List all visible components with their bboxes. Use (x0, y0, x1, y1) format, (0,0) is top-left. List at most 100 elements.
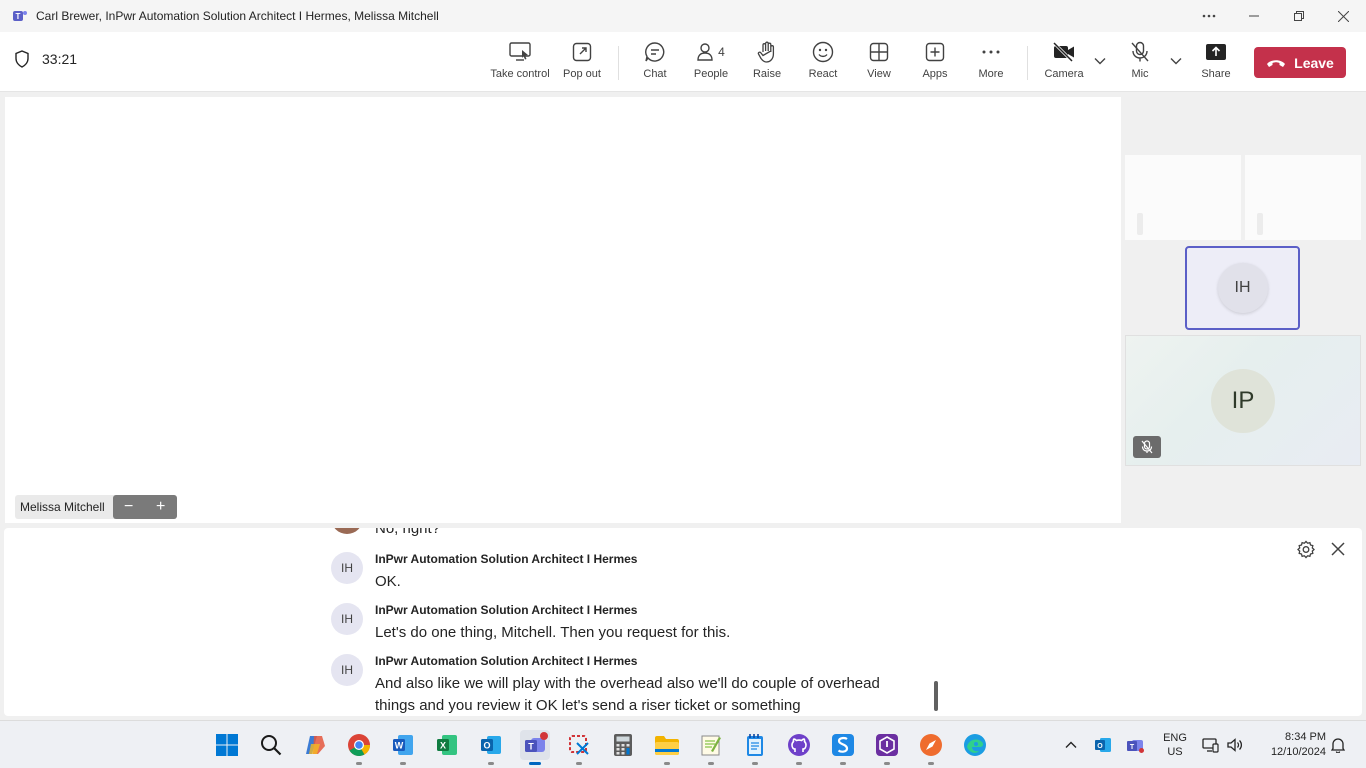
windows-icon (216, 734, 238, 756)
mic-label: Mic (1131, 68, 1149, 80)
participant-gallery: IH IP (1121, 93, 1366, 524)
take-control-button[interactable]: Take control (490, 40, 550, 86)
meeting-toolbar: 33:21 Take control Pop out Chat 4 People… (0, 32, 1366, 92)
language-indicator[interactable]: ENG US (1162, 731, 1188, 759)
show-hidden-icons-button[interactable] (1059, 730, 1083, 760)
shield-icon (15, 50, 29, 68)
captions-scrollbar[interactable] (934, 681, 938, 711)
orange-app[interactable] (916, 730, 946, 765)
smiley-icon (812, 41, 834, 63)
caption-partial-text: No, right? (375, 528, 441, 537)
caption-speaker: InPwr Automation Solution Architect I He… (375, 552, 638, 566)
file-explorer-app[interactable] (652, 730, 682, 765)
bell-icon (1331, 738, 1345, 753)
excel-icon: X (437, 735, 457, 755)
view-button[interactable]: View (864, 40, 894, 86)
window-title: Carl Brewer, InPwr Automation Solution A… (36, 9, 439, 23)
word-icon: W (393, 735, 413, 755)
more-button[interactable]: More (975, 40, 1007, 86)
more-label: More (978, 68, 1004, 80)
snipping-tool-app[interactable] (564, 730, 594, 765)
clock[interactable]: 8:34 PM 12/10/2024 (1256, 730, 1326, 760)
share-screen-icon (1206, 44, 1226, 60)
chrome-app[interactable] (344, 730, 374, 765)
zoom-out-button[interactable]: − (113, 495, 145, 519)
mic-off-icon (1141, 440, 1153, 454)
zoom-controls: − + (112, 495, 177, 519)
word-app[interactable]: W (388, 730, 418, 765)
participant-tile[interactable] (1125, 155, 1241, 240)
running-indicator (400, 762, 406, 765)
notepad-app[interactable] (740, 730, 770, 765)
teams-icon: T (525, 732, 548, 752)
teams-logo-icon: T (13, 11, 27, 21)
tray-outlook-icon-button[interactable]: O (1091, 730, 1115, 760)
hang-up-icon (1267, 59, 1286, 67)
sql-app[interactable] (828, 730, 858, 765)
copilot-app[interactable] (300, 730, 330, 760)
caption-text: OK. (375, 573, 401, 590)
leave-button[interactable]: Leave (1254, 47, 1346, 78)
react-button[interactable]: React (806, 40, 840, 86)
participant-tile-ih[interactable]: IH (1185, 246, 1300, 330)
running-indicator (840, 762, 846, 765)
mic-button[interactable]: Mic (1126, 40, 1154, 86)
caption-text: Let's do one thing, Mitchell. Then you r… (375, 624, 731, 641)
excel-app[interactable]: X (432, 730, 462, 760)
chat-label: Chat (643, 68, 667, 80)
notepad-plus-app[interactable] (696, 730, 726, 765)
live-captions-panel: No, right? IH InPwr Automation Solution … (4, 528, 1362, 716)
tray-teams-icon-button[interactable]: T (1123, 730, 1147, 760)
pop-out-button[interactable]: Pop out (562, 40, 602, 86)
close-window-button[interactable] (1321, 0, 1366, 32)
language-code: ENG (1163, 732, 1187, 744)
apps-button[interactable]: Apps (919, 40, 951, 86)
camera-button[interactable]: Camera (1044, 40, 1084, 86)
running-indicator (576, 762, 582, 765)
start-button[interactable] (212, 730, 242, 760)
teams-app[interactable]: T (520, 730, 550, 765)
network-button[interactable] (1200, 730, 1220, 760)
restore-button[interactable] (1276, 0, 1321, 32)
outlook-icon: O (481, 736, 501, 754)
muted-indicator (1133, 436, 1161, 458)
zoom-in-button[interactable]: + (145, 495, 177, 519)
apps-label: Apps (922, 68, 948, 80)
participant-tile[interactable] (1245, 155, 1361, 240)
notepad-icon (747, 734, 763, 756)
raise-hand-button[interactable]: Raise (750, 40, 784, 86)
svg-text:T: T (16, 12, 21, 21)
camera-options-button[interactable] (1093, 54, 1107, 68)
more-horizontal-icon (1202, 14, 1215, 18)
close-captions-button[interactable] (1331, 542, 1345, 561)
people-button[interactable]: 4 People (692, 40, 730, 86)
edge-app[interactable] (960, 730, 990, 760)
share-button[interactable]: Share (1199, 40, 1233, 86)
github-desktop-app[interactable] (784, 730, 814, 765)
shared-content-stage[interactable] (5, 97, 1121, 523)
chevron-down-icon (1094, 58, 1106, 65)
volume-button[interactable] (1224, 730, 1246, 760)
folder-icon (655, 736, 679, 755)
mic-options-button[interactable] (1169, 54, 1183, 68)
notifications-button[interactable] (1328, 730, 1348, 760)
search-button[interactable] (256, 730, 286, 760)
caption-text: And also like we will play with the over… (375, 675, 880, 714)
raise-label: Raise (752, 68, 782, 80)
chat-button[interactable]: Chat (636, 40, 674, 86)
captions-settings-button[interactable] (1296, 540, 1316, 565)
tile-bar (1257, 213, 1263, 235)
avatar: IH (331, 603, 363, 635)
outlook-app[interactable]: O (476, 730, 506, 765)
snipping-tool-icon (569, 735, 589, 755)
minimize-button[interactable] (1231, 0, 1276, 32)
power-app[interactable] (872, 730, 902, 765)
svg-text:T: T (1130, 744, 1135, 751)
people-icon (697, 43, 713, 61)
raise-hand-icon (757, 41, 775, 63)
svg-text:X: X (440, 741, 446, 751)
participant-tile-ip[interactable]: IP (1125, 335, 1361, 466)
presenter-name: Melissa Mitchell (20, 500, 105, 514)
calculator-app[interactable] (608, 730, 638, 760)
window-more-button[interactable] (1186, 0, 1231, 32)
